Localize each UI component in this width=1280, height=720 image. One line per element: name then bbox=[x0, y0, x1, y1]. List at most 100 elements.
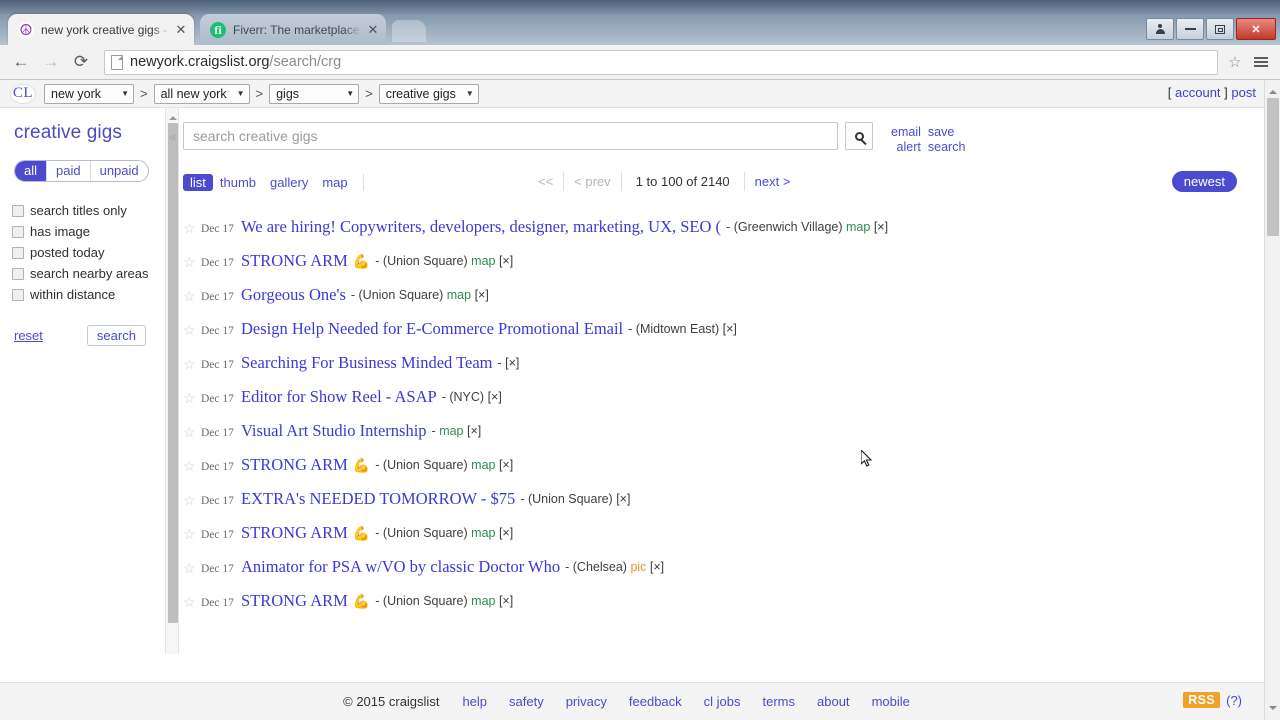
listing-map-tag[interactable]: map bbox=[846, 220, 874, 234]
listing-hide-button[interactable]: [×] bbox=[475, 288, 489, 302]
favorite-star-icon[interactable]: ☆ bbox=[183, 323, 201, 337]
listing-hide-button[interactable]: [×] bbox=[616, 492, 630, 506]
rss-badge[interactable]: RSS bbox=[1183, 692, 1221, 708]
listing-hide-button[interactable]: [×] bbox=[505, 356, 519, 370]
favorite-star-icon[interactable]: ☆ bbox=[183, 289, 201, 303]
close-icon[interactable]: ✕ bbox=[174, 22, 188, 38]
collapse-sidebar-icon[interactable]: « bbox=[169, 128, 177, 144]
footer-link-safety[interactable]: safety bbox=[509, 694, 544, 709]
favorite-star-icon[interactable]: ☆ bbox=[183, 221, 201, 235]
minimize-button[interactable] bbox=[1176, 18, 1204, 40]
listing-hide-button[interactable]: [×] bbox=[874, 220, 888, 234]
alert-link[interactable]: alert bbox=[891, 140, 921, 155]
listing-pic-tag[interactable]: pic bbox=[630, 560, 649, 574]
post-link[interactable]: post bbox=[1231, 85, 1256, 100]
filter-unpaid[interactable]: unpaid bbox=[91, 161, 148, 181]
listing-row[interactable]: ☆ Dec 17 Gorgeous One's - (Union Square) ma… bbox=[183, 285, 1280, 319]
close-window-button[interactable]: ✕ bbox=[1236, 18, 1276, 40]
footer-link-terms[interactable]: terms bbox=[763, 694, 796, 709]
page-scrollbar[interactable] bbox=[1264, 80, 1280, 720]
footer-link-feedback[interactable]: feedback bbox=[629, 694, 682, 709]
listing-row[interactable]: ☆ Dec 17 Animator for PSA w/VO by classic … bbox=[183, 557, 1280, 591]
listing-title-link[interactable]: STRONG ARM bbox=[241, 591, 348, 611]
listing-row[interactable]: ☆ Dec 17 STRONG ARM 💪 - (Union Square) map [… bbox=[183, 523, 1280, 557]
address-bar[interactable]: newyork.craigslist.org/search/crg bbox=[104, 49, 1218, 75]
favorite-star-icon[interactable]: ☆ bbox=[183, 255, 201, 269]
profile-button[interactable] bbox=[1146, 18, 1174, 40]
checkbox-icon[interactable] bbox=[12, 225, 24, 238]
listing-map-tag[interactable]: map bbox=[439, 424, 467, 438]
reset-link[interactable]: reset bbox=[14, 328, 43, 343]
filter-all[interactable]: all bbox=[15, 161, 48, 181]
listing-row[interactable]: ☆ Dec 17 We are hiring! Copywriters, devel… bbox=[183, 217, 1280, 251]
footer-link-privacy[interactable]: privacy bbox=[566, 694, 607, 709]
listing-title-link[interactable]: Gorgeous One's bbox=[241, 285, 346, 305]
listing-title-link[interactable]: STRONG ARM bbox=[241, 523, 348, 543]
listing-row[interactable]: ☆ Dec 17 STRONG ARM 💪 - (Union Square) map [… bbox=[183, 251, 1280, 285]
listing-hide-button[interactable]: [×] bbox=[499, 526, 513, 540]
checkbox-icon[interactable] bbox=[12, 246, 24, 259]
search-submit-button[interactable] bbox=[845, 122, 873, 150]
tab-craigslist[interactable]: new york creative gigs - cr ✕ bbox=[8, 14, 194, 45]
forward-icon[interactable]: → bbox=[38, 49, 64, 75]
listing-row[interactable]: ☆ Dec 17 STRONG ARM 💪 - (Union Square) map [… bbox=[183, 455, 1280, 489]
footer-link-help[interactable]: help bbox=[462, 694, 487, 709]
listing-map-tag[interactable]: map bbox=[447, 288, 475, 302]
listing-hide-button[interactable]: [×] bbox=[499, 594, 513, 608]
scrollbar-thumb[interactable] bbox=[1267, 98, 1279, 236]
listing-row[interactable]: ☆ Dec 17 Editor for Show Reel - ASAP - (NYC… bbox=[183, 387, 1280, 421]
listing-row[interactable]: ☆ Dec 17 Design Help Needed for E-Commerce… bbox=[183, 319, 1280, 353]
listing-title-link[interactable]: STRONG ARM bbox=[241, 251, 348, 271]
listing-row[interactable]: ☆ Dec 17 STRONG ARM 💪 - (Union Square) map [… bbox=[183, 591, 1280, 625]
favorite-star-icon[interactable]: ☆ bbox=[183, 391, 201, 405]
checkbox-icon[interactable] bbox=[12, 267, 24, 280]
listing-title-link[interactable]: Design Help Needed for E-Commerce Promot… bbox=[241, 319, 623, 339]
save-link[interactable]: save bbox=[928, 125, 966, 140]
breadcrumb-select-area[interactable]: all new york ▼ bbox=[153, 83, 250, 104]
listing-hide-button[interactable]: [×] bbox=[723, 322, 737, 336]
favorite-star-icon[interactable]: ☆ bbox=[183, 459, 201, 473]
favorite-star-icon[interactable]: ☆ bbox=[183, 595, 201, 609]
tab-thumb[interactable]: thumb bbox=[213, 174, 263, 191]
footer-link-cl-jobs[interactable]: cl jobs bbox=[704, 694, 741, 709]
new-tab-button[interactable] bbox=[392, 20, 426, 42]
first-page-button[interactable]: << bbox=[528, 172, 565, 191]
favorite-star-icon[interactable]: ☆ bbox=[183, 527, 201, 541]
listing-title-link[interactable]: We are hiring! Copywriters, developers, … bbox=[241, 217, 721, 237]
checkbox-search-nearby-areas[interactable]: search nearby areas bbox=[12, 265, 165, 282]
listing-title-link[interactable]: Editor for Show Reel - ASAP bbox=[241, 387, 437, 407]
breadcrumb-select-category[interactable]: gigs ▼ bbox=[269, 83, 360, 104]
footer-link-mobile[interactable]: mobile bbox=[872, 694, 910, 709]
listing-hide-button[interactable]: [×] bbox=[467, 424, 481, 438]
scroll-down-arrow-icon[interactable] bbox=[1269, 706, 1277, 714]
listing-title-link[interactable]: STRONG ARM bbox=[241, 455, 348, 475]
listing-map-tag[interactable]: map bbox=[471, 254, 499, 268]
reload-icon[interactable]: ⟳ bbox=[68, 49, 94, 75]
checkbox-within-distance[interactable]: within distance bbox=[12, 286, 165, 303]
listing-title-link[interactable]: Animator for PSA w/VO by classic Doctor … bbox=[241, 557, 560, 577]
listing-hide-button[interactable]: [×] bbox=[499, 254, 513, 268]
email-link[interactable]: email bbox=[891, 125, 921, 140]
bookmark-star-icon[interactable]: ☆ bbox=[1224, 53, 1246, 71]
listing-title-link[interactable]: EXTRA's NEEDED TOMORROW - $75 bbox=[241, 489, 515, 509]
favorite-star-icon[interactable]: ☆ bbox=[183, 493, 201, 507]
craigslist-logo[interactable]: CL bbox=[10, 83, 36, 104]
checkbox-icon[interactable] bbox=[12, 204, 24, 217]
restore-button[interactable] bbox=[1206, 18, 1234, 40]
checkbox-search-titles-only[interactable]: search titles only bbox=[12, 202, 165, 219]
favorite-star-icon[interactable]: ☆ bbox=[183, 561, 201, 575]
search-link[interactable]: search bbox=[928, 140, 966, 155]
listing-hide-button[interactable]: [×] bbox=[499, 458, 513, 472]
listing-hide-button[interactable]: [×] bbox=[488, 390, 502, 404]
hamburger-menu-icon[interactable] bbox=[1250, 57, 1272, 67]
tab-list[interactable]: list bbox=[183, 174, 213, 191]
sort-newest-button[interactable]: newest bbox=[1171, 171, 1237, 192]
filter-paid[interactable]: paid bbox=[47, 161, 91, 181]
tab-fiverr[interactable]: Fiverr: The marketplace fo ✕ bbox=[200, 14, 386, 45]
favorite-star-icon[interactable]: ☆ bbox=[183, 425, 201, 439]
listing-title-link[interactable]: Searching For Business Minded Team bbox=[241, 353, 493, 373]
listing-map-tag[interactable]: map bbox=[471, 458, 499, 472]
listing-row[interactable]: ☆ Dec 17 Visual Art Studio Internship - map… bbox=[183, 421, 1280, 455]
listing-title-link[interactable]: Visual Art Studio Internship bbox=[241, 421, 427, 441]
favorite-star-icon[interactable]: ☆ bbox=[183, 357, 201, 371]
